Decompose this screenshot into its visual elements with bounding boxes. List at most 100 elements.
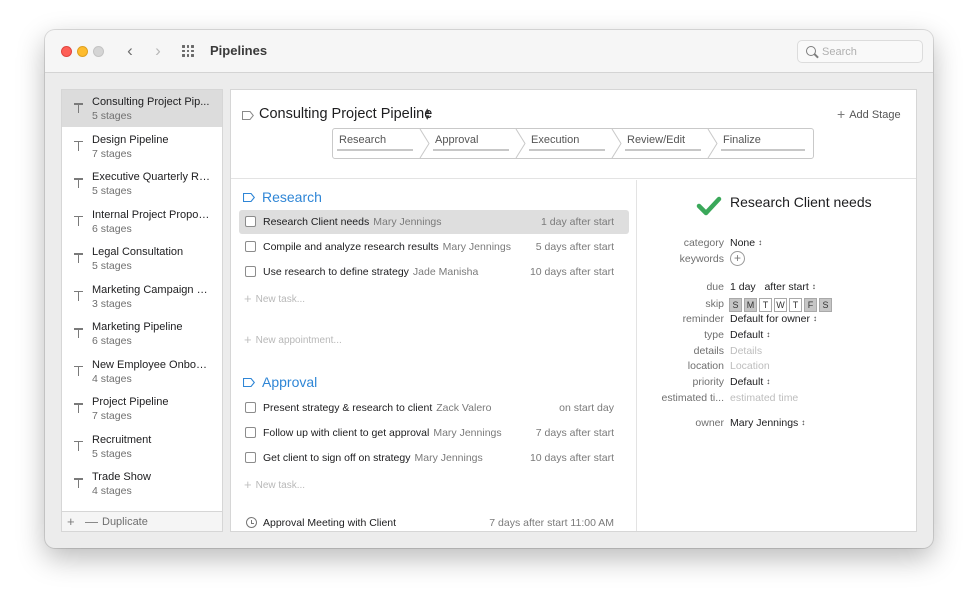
sidebar-item-name: Legal Consultation	[92, 246, 184, 258]
sidebar-item[interactable]: Internal Project Proposal 6 stages	[62, 203, 222, 240]
skip-day-toggle[interactable]: T	[759, 298, 772, 312]
sidebar-item[interactable]: Trade Show 4 stages	[62, 465, 222, 502]
sidebar-item-name: Marketing Pipeline	[92, 321, 183, 333]
task-row[interactable]: Present strategy & research to client Zac…	[239, 396, 629, 420]
category-select[interactable]: None ↕	[730, 237, 762, 249]
checkmark-icon	[696, 196, 722, 216]
pipeline-icon	[74, 327, 83, 340]
close-button[interactable]	[61, 46, 72, 57]
pipeline-icon	[74, 477, 83, 490]
task-row[interactable]: Use research to define strategy Jade Mani…	[239, 260, 629, 284]
reminder-select[interactable]: Default for owner ↕	[730, 313, 817, 325]
details-field[interactable]: Details	[730, 345, 762, 357]
sidebar-item[interactable]: Consulting Project Pip... 5 stages	[62, 90, 222, 127]
task-title: Compile and analyze research results	[263, 241, 439, 253]
sidebar-item[interactable]: Executive Quarterly Re... 5 stages	[62, 165, 222, 202]
task-checkbox[interactable]	[245, 241, 256, 252]
task-detail-pane: Research Client needs category None ↕ key…	[638, 180, 916, 531]
plus-icon: +	[837, 106, 846, 122]
task-row[interactable]: Follow up with client to get approval Mar…	[239, 421, 629, 445]
location-field[interactable]: Location	[730, 360, 770, 372]
stage-label: Research	[339, 134, 387, 146]
skip-day-toggle[interactable]: M	[744, 298, 757, 312]
tag-icon	[242, 111, 254, 120]
field-label: owner	[695, 417, 724, 429]
field-label: keywords	[679, 253, 724, 265]
title-bar: ‹ › Pipelines	[45, 30, 933, 73]
skip-day-toggle[interactable]: F	[804, 298, 817, 312]
stage-execution[interactable]: Execution	[525, 129, 621, 158]
updown-icon: ↕	[811, 282, 816, 291]
due-field[interactable]: 1 day after start ↕	[730, 281, 816, 293]
task-row[interactable]: Get client to sign off on strategy Mary J…	[239, 446, 629, 470]
updown-icon: ↕	[812, 314, 817, 323]
add-keyword-button[interactable]: +	[730, 251, 745, 266]
sidebar-item[interactable]: Project Pipeline 7 stages	[62, 390, 222, 427]
task-due: 1 day after start	[541, 216, 614, 228]
pipeline-title[interactable]: Consulting Project Pipeline	[259, 106, 432, 122]
sidebar-item[interactable]: Marketing Pipeline 6 stages	[62, 315, 222, 352]
sidebar-item[interactable]: Marketing Campaign R... 3 stages	[62, 278, 222, 315]
stage-label: Approval	[435, 134, 479, 146]
add-stage-button[interactable]: + Add Stage	[837, 105, 901, 122]
skip-day-toggle[interactable]: T	[789, 298, 802, 312]
owner-select[interactable]: Mary Jennings ↕	[730, 417, 805, 429]
task-list: Research Research Client needs Mary Jenni…	[231, 180, 637, 531]
skip-day-toggle[interactable]: S	[729, 298, 742, 312]
task-row[interactable]: Compile and analyze research results Mary…	[239, 235, 629, 259]
type-value: Default	[730, 329, 764, 341]
stage-research[interactable]: Research	[333, 129, 429, 158]
task-row[interactable]: Research Client needs Mary Jennings 1 day…	[239, 210, 629, 234]
sidebar-footer: + — Duplicate	[62, 511, 222, 531]
search-input[interactable]	[822, 44, 918, 60]
appointment-row[interactable]: Approval Meeting with Client 7 days afte…	[239, 511, 629, 531]
new-appointment-button[interactable]: + New appointment...	[244, 331, 342, 347]
zoom-button[interactable]	[93, 46, 104, 57]
skip-day-toggle[interactable]: S	[819, 298, 832, 312]
type-select[interactable]: Default ↕	[730, 329, 770, 341]
stage-underline	[721, 149, 805, 151]
task-owner: Zack Valero	[436, 402, 492, 414]
minimize-button[interactable]	[77, 46, 88, 57]
skip-day-toggle[interactable]: W	[774, 298, 787, 312]
estimated-time-field[interactable]: estimated time	[730, 392, 798, 404]
remove-pipeline-button[interactable]: —	[85, 514, 98, 529]
pipeline-picker-updown-icon[interactable]: ▴ ▾	[425, 106, 430, 122]
task-checkbox[interactable]	[245, 216, 256, 227]
stage-approval[interactable]: Approval	[429, 129, 525, 158]
forward-chevron-icon[interactable]: ›	[149, 41, 167, 61]
due-amount: 1 day	[730, 281, 756, 293]
pipeline-icon	[74, 140, 83, 153]
task-due: 10 days after start	[529, 452, 614, 464]
plus-icon: +	[244, 291, 252, 306]
task-checkbox[interactable]	[245, 452, 256, 463]
search-box[interactable]	[797, 40, 923, 63]
new-appointment-label: New appointment...	[255, 335, 342, 346]
task-checkbox[interactable]	[245, 266, 256, 277]
field-label: skip	[705, 298, 724, 310]
sidebar-item[interactable]: Legal Consultation 5 stages	[62, 240, 222, 277]
stage-finalize[interactable]: Finalize	[717, 129, 813, 158]
duplicate-button[interactable]: Duplicate	[102, 516, 148, 528]
grid-apps-icon[interactable]	[182, 45, 196, 57]
sidebar-item-name: Design Pipeline	[92, 133, 169, 146]
new-task-button[interactable]: + New task...	[244, 476, 305, 492]
priority-value: Default	[730, 376, 764, 388]
tag-icon	[243, 378, 255, 387]
updown-icon: ↕	[766, 377, 771, 386]
sidebar-item[interactable]: Design Pipeline 7 stages	[62, 128, 222, 165]
sidebar-item[interactable]: New Employee Onboar... 4 stages	[62, 353, 222, 390]
new-task-label: New task...	[255, 294, 306, 305]
task-checkbox[interactable]	[245, 402, 256, 413]
sidebar-item-stages: 5 stages	[92, 185, 132, 197]
add-pipeline-button[interactable]: +	[67, 514, 75, 529]
sidebar-item[interactable]: Recruitment 5 stages	[62, 428, 222, 465]
task-checkbox[interactable]	[245, 427, 256, 438]
stage-underline	[433, 149, 509, 151]
priority-select[interactable]: Default ↕	[730, 376, 770, 388]
appointment-time: 7 days after start 11:00 AM	[489, 517, 614, 529]
detail-title[interactable]: Research Client needs	[730, 194, 872, 210]
stage-review-edit[interactable]: Review/Edit	[621, 129, 717, 158]
back-chevron-icon[interactable]: ‹	[121, 41, 139, 61]
new-task-button[interactable]: + New task...	[244, 290, 306, 306]
